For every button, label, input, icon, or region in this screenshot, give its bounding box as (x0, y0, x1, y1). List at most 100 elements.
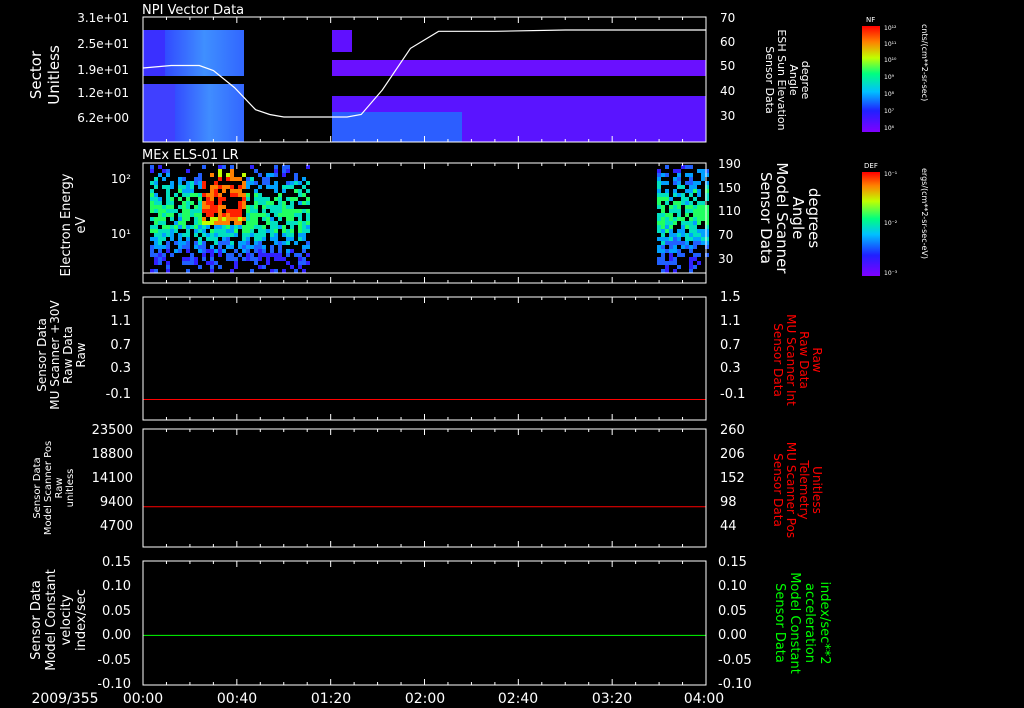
els-spectrogram-pixel (198, 197, 202, 201)
els-spectrogram-pixel (693, 197, 697, 201)
els-spectrogram-pixel (250, 181, 254, 185)
els-spectrogram-pixel (701, 201, 705, 205)
els-spectrogram-pixel (246, 221, 250, 225)
els-spectrogram-pixel (282, 225, 286, 229)
els-spectrogram-pixel (693, 253, 697, 257)
els-spectrogram-pixel (154, 185, 158, 189)
els-spectrogram-pixel (182, 245, 186, 249)
els-spectrogram-pixel (210, 205, 214, 209)
panel4-ytick-right: 98 (720, 495, 737, 510)
panel5-y-ticks-left: 0.15 0.10 0.05 0.00 -0.05 -0.10 (97, 555, 131, 692)
els-spectrogram-pixel (198, 209, 202, 213)
els-spectrogram-pixel (190, 185, 194, 189)
els-spectrogram-pixel (274, 181, 278, 185)
els-spectrogram-pixel (294, 241, 298, 245)
els-spectrogram-pixel (693, 181, 697, 185)
els-spectrogram-pixel (154, 217, 158, 221)
els-spectrogram-pixel (302, 209, 306, 213)
els-spectrogram-pixel (226, 173, 230, 177)
panel3-ytick-left: 0.3 (110, 361, 131, 376)
els-spectrogram-pixel (689, 237, 693, 241)
els-spectrogram-pixel (234, 249, 238, 253)
els-spectrogram-pixel (294, 269, 298, 273)
npi-band-lower-bright (175, 84, 244, 142)
els-ylabel-right-line: degrees (805, 188, 823, 249)
els-spectrogram-pixel (294, 213, 298, 217)
els-spectrogram-pixel (665, 229, 669, 233)
els-spectrogram-pixel (661, 261, 665, 265)
els-spectrogram-pixel (685, 189, 689, 193)
els-spectrogram-pixel (657, 205, 661, 209)
els-spectrogram-pixel (673, 233, 677, 237)
els-spectrogram-pixel (681, 233, 685, 237)
els-spectrogram-pixel (286, 221, 290, 225)
els-spectrogram-pixel (210, 213, 214, 217)
els-spectrogram-pixel (693, 213, 697, 217)
els-spectrogram-pixel (246, 193, 250, 197)
els-spectrogram-pixel (198, 241, 202, 245)
els-spectrogram-pixel (246, 205, 250, 209)
els-spectrogram-pixel (286, 181, 290, 185)
els-spectrogram-pixel (665, 173, 669, 177)
els-spectrogram-pixel (673, 201, 677, 205)
els-spectrogram-pixel (186, 209, 190, 213)
els-spectrogram-pixel (166, 241, 170, 245)
els-spectrogram-pixel (242, 181, 246, 185)
els-spectrogram-pixel (178, 213, 182, 217)
els-spectrogram-pixel (665, 221, 669, 225)
els-spectrogram-pixel (218, 225, 222, 229)
els-spectrogram-pixel (190, 253, 194, 257)
els-spectrogram-pixel (170, 225, 174, 229)
els-spectrogram-pixel (290, 181, 294, 185)
els-spectrogram-pixel (685, 201, 689, 205)
els-spectrogram-pixel (210, 253, 214, 257)
els-spectrogram-pixel (170, 209, 174, 213)
panel3-ytick-left: 1.1 (110, 314, 131, 329)
els-spectrogram-pixel (186, 229, 190, 233)
els-spectrogram-pixel (274, 225, 278, 229)
els-spectrogram-pixel (266, 205, 270, 209)
npi-colorbar-tick: 10¹² (884, 25, 897, 32)
els-spectrogram-pixel (262, 237, 266, 241)
els-spectrogram-pixel (150, 253, 154, 257)
els-spectrogram-pixel (182, 201, 186, 205)
els-spectrogram-pixel (226, 209, 230, 213)
els-spectrogram-pixel (226, 177, 230, 181)
els-spectrogram-pixel (262, 253, 266, 257)
els-spectrogram-pixel (150, 209, 154, 213)
els-spectrogram-pixel (278, 217, 282, 221)
els-spectrogram-pixel (206, 209, 210, 213)
els-spectrogram-pixel (270, 249, 274, 253)
els-spectrogram-pixel (154, 221, 158, 225)
els-spectrogram-pixel (661, 253, 665, 257)
els-spectrogram-pixel (661, 197, 665, 201)
els-spectrogram-pixel (182, 217, 186, 221)
panel5-ytick-right: 0.00 (718, 628, 747, 643)
els-spectrogram-pixel (657, 177, 661, 181)
els-spectrogram-pixel (242, 173, 246, 177)
els-spectrogram-pixel (669, 241, 673, 245)
els-spectrogram-pixel (170, 181, 174, 185)
panel3-y-ticks-left: 1.5 1.1 0.7 0.3 -0.1 (106, 290, 131, 402)
els-spectrogram-pixel (162, 217, 166, 221)
els-spectrogram-pixel (238, 177, 242, 181)
els-spectrogram-pixel (258, 249, 262, 253)
els-spectrogram-pixel (210, 189, 214, 193)
els-spectrogram-pixel (234, 189, 238, 193)
els-spectrogram-pixel (234, 261, 238, 265)
els-spectrogram-pixel (298, 225, 302, 229)
els-spectrogram-pixel (198, 225, 202, 229)
time-axis: 2009/355 00:00 00:40 01:20 02:00 02:40 0… (31, 691, 724, 707)
panel5-ylabel-right-line: acceleration (802, 583, 817, 663)
els-spectrogram-pixel (254, 201, 258, 205)
els-spectrogram-pixel (230, 193, 234, 197)
els-spectrogram-pixel (306, 241, 310, 245)
els-spectrogram-pixel (669, 221, 673, 225)
els-spectrogram-pixel (286, 209, 290, 213)
els-spectrogram-pixel (158, 241, 162, 245)
els-spectrogram-pixel (154, 261, 158, 265)
els-spectrogram-pixel (693, 225, 697, 229)
els-spectrogram-pixel (234, 233, 238, 237)
els-spectrogram-pixel (178, 181, 182, 185)
els-spectrogram-pixel (697, 229, 701, 233)
